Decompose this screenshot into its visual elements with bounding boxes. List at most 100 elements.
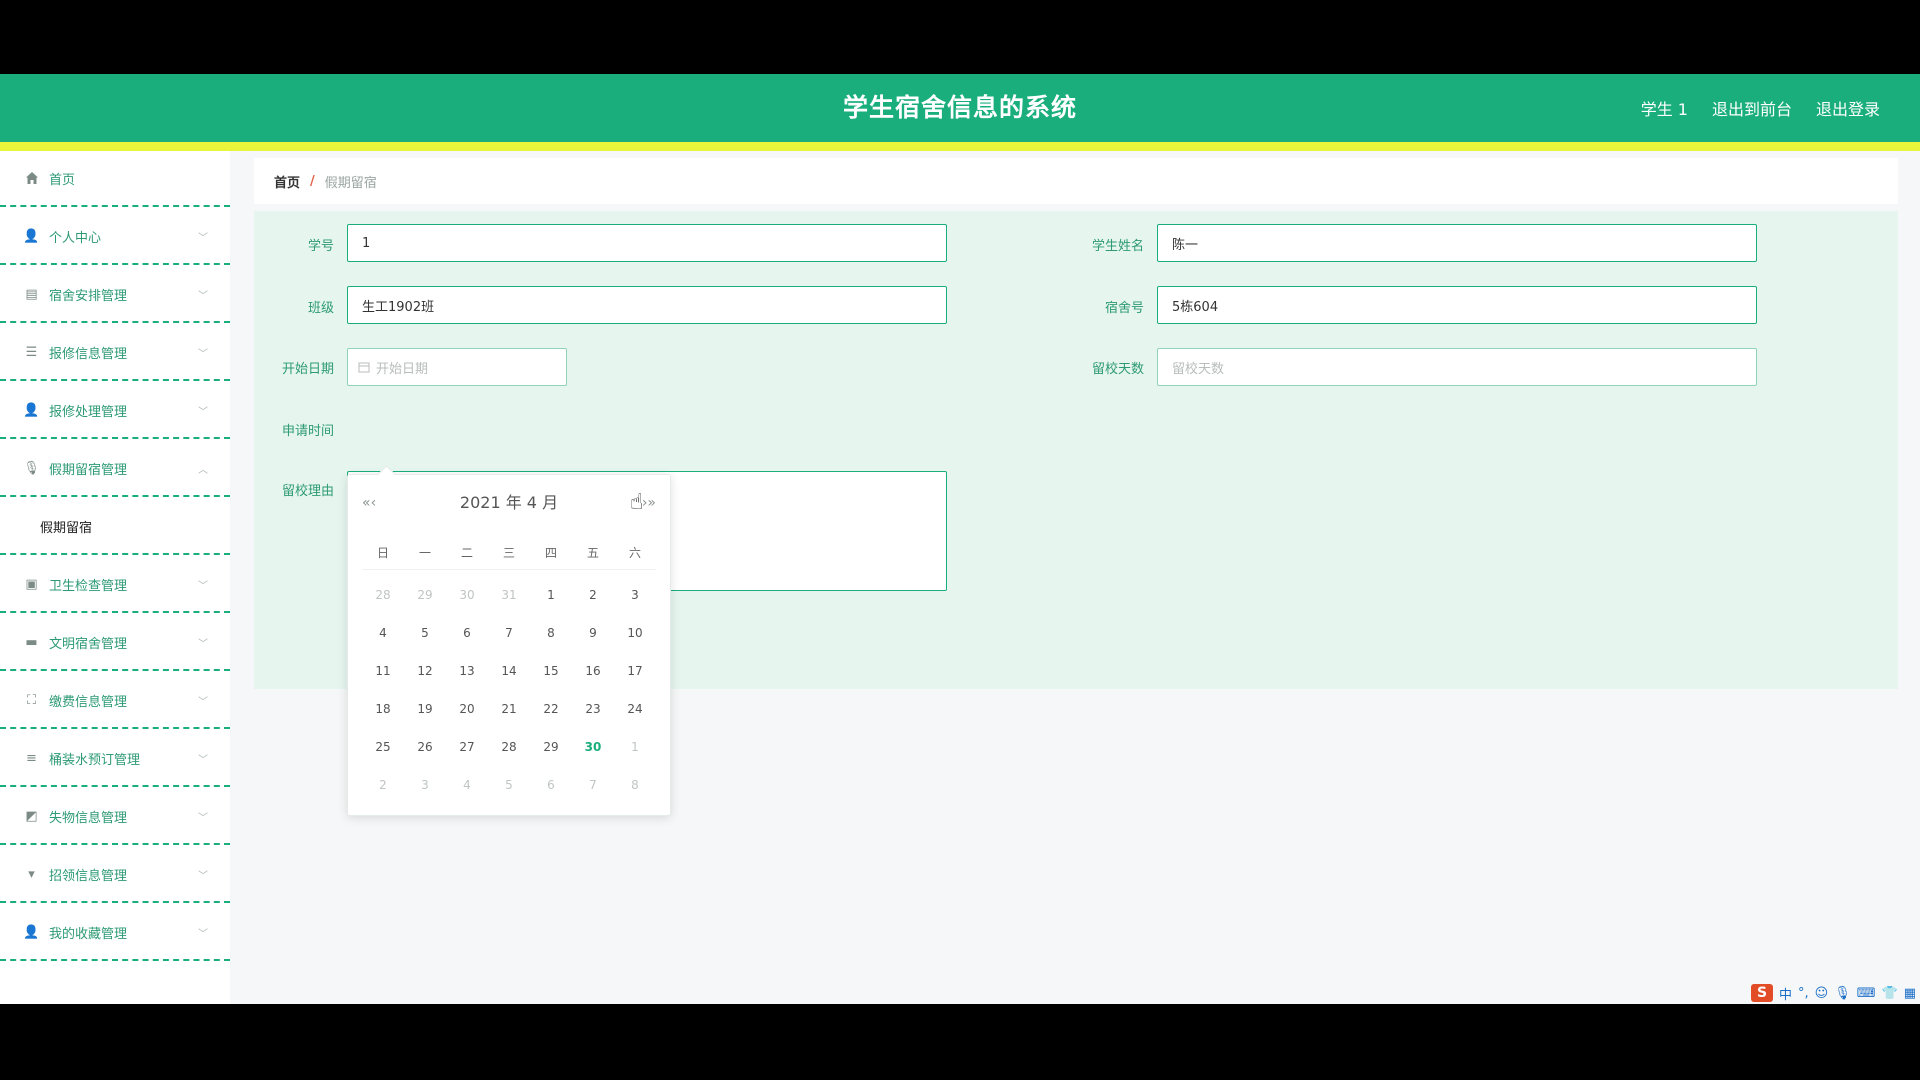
grid-icon[interactable]: ▦: [1904, 986, 1916, 1001]
sidebar-item-home[interactable]: 首页: [0, 151, 230, 207]
stay-days-label: 留校天数: [1091, 362, 1144, 377]
calendar-day[interactable]: 4: [362, 626, 404, 640]
punctuation-icon[interactable]: °,: [1798, 986, 1809, 1001]
sidebar-item-5[interactable]: ▣ 卫生检查管理 ﹀: [0, 557, 230, 613]
skin-icon[interactable]: 👕: [1882, 986, 1898, 1001]
sidebar-item-8[interactable]: ≡ 桶装水预订管理 ﹀: [0, 731, 230, 787]
start-date-picker[interactable]: 开始日期: [347, 348, 567, 386]
calendar-day[interactable]: 21: [488, 702, 530, 716]
top-bar: 学生宿舍信息的系统 学生 1 退出到前台 退出登录: [0, 74, 1920, 142]
calendar-day[interactable]: 5: [404, 626, 446, 640]
calendar-day[interactable]: 20: [446, 702, 488, 716]
calendar-day[interactable]: 1: [614, 740, 656, 754]
weekday-label: 五: [586, 545, 599, 560]
calendar-day[interactable]: 28: [488, 740, 530, 754]
calendar-day[interactable]: 11: [362, 664, 404, 678]
calendar-day[interactable]: 18: [362, 702, 404, 716]
student-name-input[interactable]: 陈一: [1157, 224, 1757, 262]
calendar-day[interactable]: 3: [614, 588, 656, 602]
student-no-input[interactable]: 1: [347, 224, 947, 262]
calendar-day[interactable]: 9: [572, 626, 614, 640]
fullscreen-icon: ⛶: [26, 692, 37, 708]
calendar-day[interactable]: 23: [572, 702, 614, 716]
breadcrumb-separator: /: [310, 173, 315, 189]
calendar-day-today[interactable]: 30: [572, 740, 614, 754]
sidebar-item-10[interactable]: ▾ 招领信息管理 ﹀: [0, 847, 230, 903]
calendar-day[interactable]: 22: [530, 702, 572, 716]
weekday-label: 六: [628, 545, 641, 560]
calendar-day[interactable]: 1: [530, 588, 572, 602]
sidebar-item-1[interactable]: ▤ 宿舍安排管理 ﹀: [0, 267, 230, 323]
sidebar-item-9[interactable]: ◩ 失物信息管理 ﹀: [0, 789, 230, 845]
calendar-week-row: 2345678: [362, 766, 656, 804]
sidebar-item-6[interactable]: ▬ 文明宿舍管理 ﹀: [0, 615, 230, 671]
sidebar-item-label: 首页: [49, 172, 76, 188]
calendar-day[interactable]: 4: [446, 778, 488, 792]
ime-lang[interactable]: 中: [1779, 984, 1792, 1003]
calendar-day[interactable]: 29: [404, 588, 446, 602]
sidebar-item-11[interactable]: 👤 我的收藏管理 ﹀: [0, 905, 230, 961]
class-input[interactable]: 生工1902班: [347, 286, 947, 324]
sidebar-item-3[interactable]: 👤 报修处理管理 ﹀: [0, 383, 230, 439]
chevron-down-icon: ﹀: [198, 291, 208, 302]
calendar-week-row: 4 5 6 7 8 9 10: [362, 614, 656, 652]
home-icon: [24, 171, 39, 186]
calendar-day[interactable]: 26: [404, 740, 446, 754]
calendar-day[interactable]: 5: [488, 778, 530, 792]
calendar-day[interactable]: 7: [488, 626, 530, 640]
sign-icon: ▾: [28, 866, 35, 882]
back-to-front-link[interactable]: 退出到前台: [1712, 96, 1792, 120]
calendar-day[interactable]: 14: [488, 664, 530, 678]
calendar-day[interactable]: 17: [614, 664, 656, 678]
calendar-day[interactable]: 10: [614, 626, 656, 640]
calendar-day[interactable]: 8: [614, 778, 656, 792]
calendar-day[interactable]: 3: [404, 778, 446, 792]
chevron-down-icon: ﹀: [198, 929, 208, 940]
calendar-day[interactable]: 16: [572, 664, 614, 678]
current-user[interactable]: 学生 1: [1641, 96, 1688, 120]
chevron-down-icon: ﹀: [198, 697, 208, 708]
calendar-day[interactable]: 13: [446, 664, 488, 678]
keyboard-icon[interactable]: ⌨: [1857, 986, 1876, 1001]
calendar-day[interactable]: 19: [404, 702, 446, 716]
stay-days-input[interactable]: 留校天数: [1157, 348, 1757, 386]
calendar-day[interactable]: 6: [446, 626, 488, 640]
calendar-day[interactable]: 31: [488, 588, 530, 602]
sidebar-subitem-holiday-stay[interactable]: 假期留宿: [0, 499, 230, 555]
calendar-day[interactable]: 2: [572, 588, 614, 602]
calendar-day[interactable]: 29: [530, 740, 572, 754]
next-month-button[interactable]: ›»: [642, 489, 656, 517]
apply-time-label: 申请时间: [281, 424, 334, 439]
dorm-input[interactable]: 5栋604: [1157, 286, 1757, 324]
sogou-icon[interactable]: S: [1751, 984, 1774, 1002]
sidebar-item-7[interactable]: ⛶ 缴费信息管理 ﹀: [0, 673, 230, 729]
calendar-day[interactable]: 6: [530, 778, 572, 792]
microphone-icon[interactable]: 🎙: [1834, 986, 1851, 1001]
calendar-day[interactable]: 27: [446, 740, 488, 754]
sidebar-item-label: 宿舍安排管理: [49, 288, 128, 304]
sidebar-item-0[interactable]: 👤 个人中心 ﹀: [0, 209, 230, 265]
calendar-day[interactable]: 8: [530, 626, 572, 640]
breadcrumb-home[interactable]: 首页: [274, 172, 300, 191]
list-icon: ≡: [26, 750, 37, 766]
calendar-day[interactable]: 28: [362, 588, 404, 602]
weekday-header-row: 日一二三四五六: [362, 535, 656, 570]
calendar-day[interactable]: 25: [362, 740, 404, 754]
sidebar-item-4[interactable]: 🎙 假期留宿管理 ︿: [0, 441, 230, 497]
user-icon: 👤: [23, 402, 40, 418]
emoji-icon[interactable]: ☺: [1815, 986, 1829, 1001]
calendar-day[interactable]: 15: [530, 664, 572, 678]
calendar-day[interactable]: 2: [362, 778, 404, 792]
calendar-day[interactable]: 24: [614, 702, 656, 716]
breadcrumb-current: 假期留宿: [324, 175, 377, 191]
user-icon: 👤: [23, 924, 40, 940]
calendar-day[interactable]: 30: [446, 588, 488, 602]
sidebar-item-label: 报修处理管理: [49, 404, 128, 420]
chevron-down-icon: ﹀: [198, 581, 208, 592]
calendar-day[interactable]: 12: [404, 664, 446, 678]
date-picker-popup: «‹ 2021 年 4 月 ›» 日一二三四五六 28 29 30 31 1 2 3 4 5 6 7 8…: [347, 465, 671, 816]
sidebar-item-2[interactable]: ☰ 报修信息管理 ﹀: [0, 325, 230, 381]
sidebar-item-label: 假期留宿管理: [49, 462, 128, 478]
calendar-day[interactable]: 7: [572, 778, 614, 792]
logout-link[interactable]: 退出登录: [1816, 96, 1880, 120]
